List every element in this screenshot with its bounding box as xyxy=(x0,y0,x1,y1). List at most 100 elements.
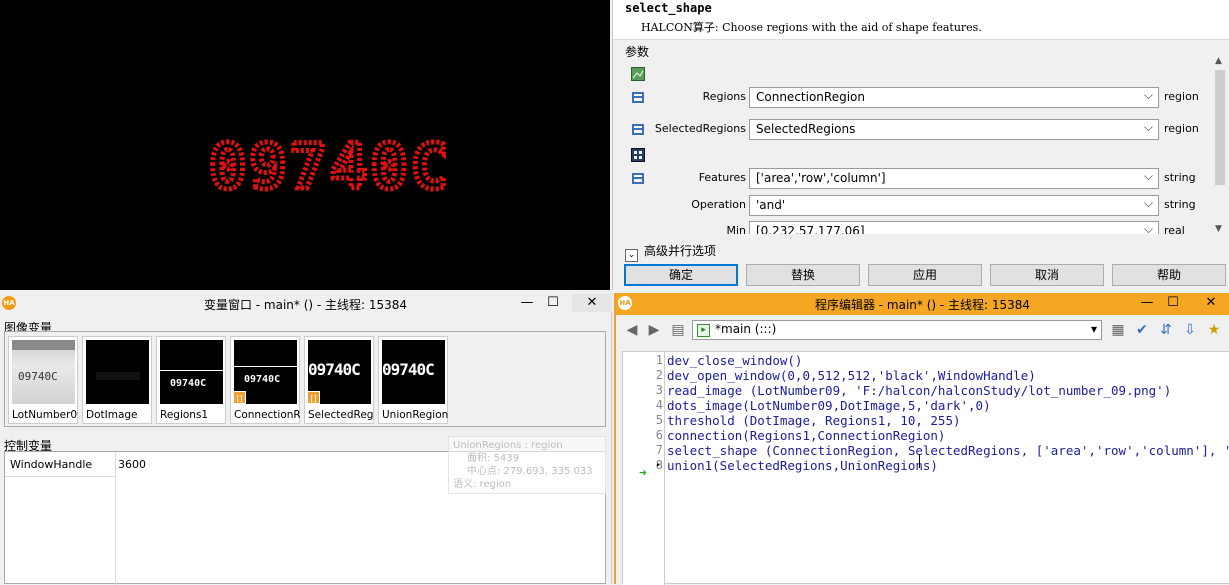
features-input[interactable]: ['area','row','column'] ⌵ xyxy=(749,168,1159,189)
apply-button[interactable]: 应用 xyxy=(868,264,982,286)
line-number: 7 xyxy=(655,443,663,457)
param-type: string xyxy=(1164,198,1196,211)
back-arrow-icon[interactable]: ◀ xyxy=(624,322,640,338)
param-row-min: Min [0,232.57,177.06] ⌵ real xyxy=(613,221,1213,234)
chevron-down-icon[interactable]: ⌵ xyxy=(1144,222,1153,234)
image-param-icon xyxy=(631,67,645,81)
operator-header: select_shape HALCON算子: Choose regions wi… xyxy=(613,0,1229,40)
program-editor-titlebar[interactable]: HA 程序编辑器 - main* () - 主线程: 15384 — ☐ ✕ xyxy=(616,293,1229,315)
control-var-name[interactable]: WindowHandle xyxy=(10,458,92,471)
scroll-up-icon[interactable]: ▲ xyxy=(1215,56,1222,66)
line-number: 1 xyxy=(655,353,663,367)
operation-input[interactable]: 'and' ⌵ xyxy=(749,195,1159,216)
cancel-button[interactable]: 取消 xyxy=(990,264,1104,286)
procedure-icon[interactable]: ▤ xyxy=(670,322,686,338)
param-label: Regions xyxy=(702,90,746,103)
line-number: 3 xyxy=(655,383,663,397)
chevron-down-icon[interactable]: ⌵ xyxy=(1144,88,1153,103)
chevron-down-icon[interactable]: ⌵ xyxy=(1144,120,1153,135)
scroll-down-icon[interactable]: ▼ xyxy=(1215,224,1222,234)
export-icon[interactable]: ⇩ xyxy=(1182,322,1198,338)
control-param-icon xyxy=(632,173,644,184)
code-line[interactable]: dots_image(LotNumber09,DotImage,5,'dark'… xyxy=(667,398,991,413)
selected-regions-input[interactable]: SelectedRegions ⌵ xyxy=(749,119,1159,140)
tuple-badge-icon: [] xyxy=(233,391,246,404)
operator-description: HALCON算子: Choose regions with the aid of… xyxy=(641,21,982,34)
procedure-select[interactable]: ▸ *main (:::) ▾ xyxy=(692,320,1102,340)
code-line[interactable]: read_image (LotNumber09, 'F:/halcon/halc… xyxy=(667,383,1171,398)
advanced-options-toggle[interactable]: ⌄ 高级并行选项 xyxy=(625,242,716,262)
image-var-thumb[interactable]: DotImage xyxy=(82,336,152,424)
line-gutter: 1 2 3 4 5 6 7 8 ▸ ➜ xyxy=(623,352,665,585)
column-divider xyxy=(115,452,116,585)
minimize-icon[interactable]: — xyxy=(516,294,538,312)
code-line[interactable]: dev_close_window() xyxy=(667,353,802,368)
edit-procedure-icon[interactable]: ▦ xyxy=(1110,322,1126,338)
image-preview-faint xyxy=(96,372,140,380)
param-image-icon-row xyxy=(613,64,1213,86)
ok-button[interactable]: 确定 xyxy=(624,264,738,286)
chevron-down-icon[interactable]: ⌵ xyxy=(1144,196,1153,211)
minimize-icon[interactable]: — xyxy=(1136,294,1158,312)
expand-checkbox-icon[interactable]: ⌄ xyxy=(625,249,638,262)
code-line[interactable]: dev_open_window(0,0,512,512,'black',Wind… xyxy=(667,368,1036,383)
image-var-thumb[interactable]: 09740C UnionRegions xyxy=(378,336,448,424)
tooltip-line: 语义: region xyxy=(453,479,512,490)
maximize-icon[interactable]: ☐ xyxy=(542,294,564,312)
operator-window: select_shape HALCON算子: Choose regions wi… xyxy=(612,0,1229,290)
image-preview-line xyxy=(234,366,297,367)
param-row-selected-regions: SelectedRegions SelectedRegions ⌵ region xyxy=(613,119,1213,141)
code-line[interactable]: connection(Regions1,ConnectionRegion) xyxy=(667,428,945,443)
image-var-name: Regions1 xyxy=(160,409,209,421)
code-line[interactable]: union1(SelectedRegions,UnionRegions) xyxy=(667,458,938,473)
image-preview: 09740C xyxy=(160,340,223,404)
param-type: string xyxy=(1164,171,1196,184)
param-row-features: Features ['area','row','column'] ⌵ string xyxy=(613,168,1213,190)
params-scrollbar[interactable]: ▲ ▼ xyxy=(1213,56,1227,234)
close-icon[interactable]: ✕ xyxy=(572,294,612,312)
code-editor[interactable]: 1 2 3 4 5 6 7 8 ▸ ➜ dev_close_window() d… xyxy=(622,351,1229,585)
variable-window-titlebar[interactable]: HA 变量窗口 - main* () - 主线程: 15384 — ☐ ✕ xyxy=(0,293,612,315)
param-control-icon-row xyxy=(613,145,1213,167)
chevron-down-icon[interactable]: ⌵ xyxy=(1144,169,1153,184)
main-procedure-icon: ▸ xyxy=(697,324,710,337)
param-type: region xyxy=(1164,90,1199,103)
line-number: 2 xyxy=(655,368,663,382)
region-param-icon xyxy=(632,92,644,103)
code-line[interactable]: select_shape (ConnectionRegion, Selected… xyxy=(667,443,1229,458)
replace-button[interactable]: 替换 xyxy=(746,264,860,286)
image-preview-text: 09740C xyxy=(382,360,435,379)
image-var-thumb[interactable]: 09740C LotNumber09 xyxy=(8,336,78,424)
forward-arrow-icon[interactable]: ▶ xyxy=(646,322,662,338)
dotted-text-display: 09740C xyxy=(207,128,451,206)
regions-input[interactable]: ConnectionRegion ⌵ xyxy=(749,87,1159,108)
image-var-thumb[interactable]: 09740C [] SelectedRegions xyxy=(304,336,374,424)
image-preview-text: 09740C xyxy=(244,374,281,385)
chevron-down-icon[interactable]: ▾ xyxy=(1091,322,1097,336)
editor-toolbar: ◀ ▶ ▤ ▸ *main (:::) ▾ ▦ ✔ ⇵ ⇩ ★ xyxy=(616,317,1229,343)
param-value: [0,232.57,177.06] xyxy=(756,224,865,234)
step-icon[interactable]: ⇵ xyxy=(1158,322,1174,338)
image-preview-band xyxy=(12,340,75,350)
code-line[interactable]: threshold (DotImage, Regions1, 10, 255) xyxy=(667,413,961,428)
image-preview xyxy=(86,340,149,404)
graphics-window[interactable]: 09740C xyxy=(0,0,610,290)
scrollbar-thumb[interactable] xyxy=(1215,70,1225,185)
image-preview-text: 09740C xyxy=(308,360,361,379)
run-icon[interactable]: ★ xyxy=(1206,322,1222,338)
tooltip-line: 中心点: 279.693, 335.033 xyxy=(467,466,593,477)
tooltip-line: UnionRegions : region xyxy=(453,440,563,451)
close-icon[interactable]: ✕ xyxy=(1192,294,1229,312)
maximize-icon[interactable]: ☐ xyxy=(1162,294,1184,312)
image-var-name: ConnectionRegion xyxy=(234,409,300,421)
image-var-thumb[interactable]: 09740C Regions1 xyxy=(156,336,226,424)
min-input[interactable]: [0,232.57,177.06] ⌵ xyxy=(749,221,1159,234)
param-label: Features xyxy=(698,171,746,184)
line-number: 5 xyxy=(655,413,663,427)
check-icon[interactable]: ✔ xyxy=(1134,322,1150,338)
param-label: Min xyxy=(726,224,746,234)
help-button[interactable]: 帮助 xyxy=(1112,264,1226,286)
image-var-thumb[interactable]: 09740C [] ConnectionRegion xyxy=(230,336,300,424)
image-var-name: UnionRegions xyxy=(382,409,448,421)
tuple-badge-icon: [] xyxy=(307,391,320,404)
